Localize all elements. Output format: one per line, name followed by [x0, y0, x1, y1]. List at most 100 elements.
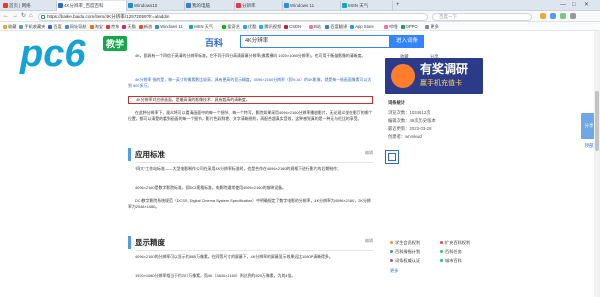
bookmark-item[interactable]: MSN 天气	[189, 22, 213, 31]
bookmark-label: 网址导航	[69, 24, 87, 29]
browser-tab[interactable]: Windows 11	[283, 1, 341, 11]
edit-link[interactable]: 编辑	[365, 150, 373, 156]
tab-favicon-icon	[58, 3, 63, 8]
bullet-icon	[440, 241, 443, 245]
browser-tab[interactable]: Windows10	[127, 1, 185, 11]
scrollbar[interactable]	[594, 31, 600, 297]
sidebar-link-5[interactable]: 词条权威认证	[390, 258, 420, 264]
bookmark-label: 腾讯视频	[264, 24, 282, 29]
bookmark-label: B站	[314, 24, 321, 29]
pc6-badge: 教学	[103, 36, 128, 51]
bookmark-item[interactable]: 手机收藏夹	[19, 22, 45, 31]
pc6-logo-text: pc6	[20, 33, 86, 75]
baike-logo[interactable]: 百科	[205, 36, 223, 49]
bookmark-label: Windows 11	[160, 24, 183, 29]
ad-subtitle: 赢手机充值卡	[420, 80, 462, 87]
tab-favicon-icon	[342, 3, 347, 8]
refresh-icon[interactable]: ↻	[21, 12, 26, 21]
bookmark-label: 优酷	[248, 24, 257, 29]
account-icon[interactable]	[550, 13, 556, 19]
bookmark-favicon-icon	[106, 24, 110, 29]
download-icon[interactable]	[560, 13, 566, 19]
maximize-icon[interactable]: □	[572, 1, 576, 10]
more-link[interactable]: 更多	[390, 268, 398, 274]
bookmark-item[interactable]: 淘宝	[89, 22, 103, 31]
bookmark-item[interactable]: 收藏	[3, 22, 16, 31]
bookmark-label: 淘宝	[94, 24, 103, 29]
extension-icon[interactable]	[540, 13, 546, 19]
browser-tab[interactable]: MSN 天气	[341, 1, 393, 11]
url-text: https://baike.baidu.com/item/4K分辨率/12572…	[47, 13, 170, 19]
home-icon[interactable]: ⌂	[29, 12, 33, 21]
bookmark-item[interactable]: 优酷	[243, 22, 256, 31]
bookmark-favicon-icon	[189, 24, 194, 29]
bookmark-favicon-icon	[155, 24, 160, 29]
bookmark-item[interactable]: 网址导航	[64, 22, 87, 31]
bullet-icon	[440, 259, 443, 263]
tab-favicon-icon	[128, 3, 133, 8]
bookmark-item[interactable]: 更多	[425, 22, 439, 31]
back-icon[interactable]: ←	[3, 12, 9, 21]
section-title: 应用标准	[135, 150, 165, 159]
new-tab-icon[interactable]: +	[396, 1, 400, 10]
section-title: 显示精度	[135, 238, 165, 247]
minimize-icon[interactable]: —	[560, 1, 566, 10]
edit-link[interactable]: 编辑	[365, 238, 373, 244]
bookmark-label: 哔哩	[389, 24, 398, 29]
scrollbar-thumb[interactable]	[595, 91, 599, 151]
url-input[interactable]: https://baike.baidu.com/item/4K分辨率/12572…	[38, 12, 428, 21]
close-icon[interactable]: ✕	[584, 1, 589, 10]
sidebar-link-2[interactable]: 扩充百科权利	[440, 240, 470, 246]
bookmark-item[interactable]: 哔哩	[384, 22, 398, 31]
sidebar-link-4[interactable]: 百科任务	[440, 249, 462, 255]
bullet-icon	[390, 259, 393, 263]
bookmark-label: 天猫	[127, 24, 136, 29]
bookmark-item[interactable]: 天猫	[122, 22, 136, 31]
address-bar: ← → ↻ ⌂ https://baike.baidu.com/item/4K分…	[0, 11, 600, 22]
bookmark-item[interactable]: B站	[309, 22, 321, 31]
bookmark-item[interactable]: 新浪	[138, 22, 153, 31]
browser-tab[interactable]: 分辨率	[235, 1, 283, 11]
tab-favicon-icon	[186, 3, 191, 8]
browser-search-input[interactable]: 百度一下	[432, 12, 532, 21]
bookmark-label: 新浪	[143, 24, 153, 29]
bookmark-favicon-icon	[259, 24, 264, 29]
stats-creator[interactable]: 创建者：wnmkwd	[388, 134, 422, 140]
bookmark-favicon-icon	[243, 24, 247, 29]
bookmark-item[interactable]: OPPO	[400, 22, 418, 31]
bookmark-item[interactable]: App Store	[350, 22, 374, 31]
bookmark-favicon-icon	[64, 24, 69, 29]
baike-search-input[interactable]: 4K分辨率	[240, 35, 390, 48]
bookmark-item[interactable]: 百度	[48, 22, 62, 31]
bookmark-item[interactable]: 百度翻译	[325, 22, 347, 31]
bookmark-item[interactable]: 腾讯视频	[259, 22, 281, 31]
bookmark-item[interactable]: 京东	[106, 22, 119, 31]
intro-paragraph-2: 4K分辨率 指的是，每一英寸的像素数比较高，具有更高的显示精度。4096×216…	[128, 77, 372, 88]
bookmark-item[interactable]: Windows 11	[155, 22, 183, 31]
bookmark-item[interactable]: CSDN	[284, 22, 301, 31]
sidebar-link-1[interactable]: 学生会员权利	[390, 240, 420, 246]
bullet-icon	[390, 250, 393, 254]
browser-tab[interactable]: 我的电脑	[185, 1, 235, 11]
enter-entry-button[interactable]: 进入词条	[390, 35, 424, 48]
ad-logo-icon	[391, 64, 415, 88]
survey-ad-banner[interactable]: 有奖调研 赢手机充值卡	[385, 58, 483, 94]
bookmark-label: 手机收藏夹	[24, 24, 46, 29]
lock-icon	[41, 14, 45, 19]
bookmark-item[interactable]: 爱奇艺	[222, 22, 240, 31]
tab-favicon-icon	[3, 3, 8, 8]
browser-tab[interactable]: 首页 | 网络	[2, 1, 57, 11]
std-paragraph-1: “四大”工作站标准——大型电影制作公司在采用4K分辨率标准时，也是合作在4096…	[135, 166, 341, 171]
disp-paragraph-2: 1920×1080分辨率相当于约207万像素，而4K（3840×2160）则达到…	[135, 273, 296, 278]
stats-edits[interactable]: 编辑次数：49次历史版本	[388, 118, 436, 124]
bookmark-favicon-icon	[222, 24, 227, 29]
browser-tab-bar: 首页 | 网络 4K分辨率_百度百科 Windows10 我的电脑 分辨率 Windows…	[0, 0, 600, 12]
forward-icon[interactable]: →	[12, 12, 18, 21]
bookmark-favicon-icon	[350, 24, 355, 29]
sidebar-link-6[interactable]: 城市百科	[440, 258, 462, 264]
intro-paragraph-1: 4K，即具有一个四倍于高清的分辨率标准。它不同于四分高清屏幕分辨率(像素横向 1…	[135, 53, 366, 58]
menu-icon[interactable]	[570, 13, 576, 19]
section-divider	[135, 162, 373, 163]
bookmark-favicon-icon	[284, 24, 289, 29]
sidebar-link-3[interactable]: 百科拇指计划	[390, 249, 420, 255]
